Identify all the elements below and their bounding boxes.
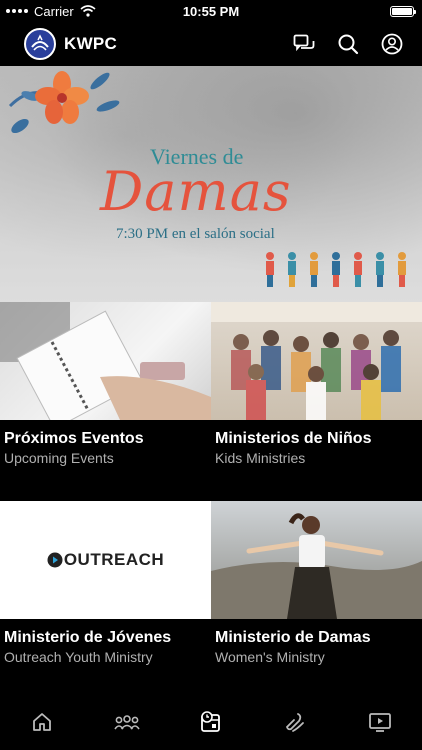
tab-bar xyxy=(0,700,422,750)
tile-youth-ministry[interactable]: OUTREACH Ministerio de Jóvenes Outreach … xyxy=(0,501,211,701)
tab-groups[interactable] xyxy=(107,702,147,742)
tile-title: Ministerio de Damas xyxy=(215,629,371,646)
tile-subtitle: Outreach Youth Ministry xyxy=(4,649,153,665)
home-icon xyxy=(33,713,52,731)
hero-subtitle: 7:30 PM en el salón social xyxy=(116,226,275,242)
tile-image-outreach: OUTREACH xyxy=(0,501,211,619)
tile-title: Ministerio de Jóvenes xyxy=(4,629,172,646)
tile-image-calendar xyxy=(0,302,211,420)
carrier-info: Carrier xyxy=(6,4,96,19)
chat-icon[interactable] xyxy=(292,32,316,56)
hero-title-line2: Damas xyxy=(100,160,292,223)
tile-subtitle: Women's Ministry xyxy=(215,649,325,665)
giving-icon xyxy=(286,713,305,732)
events-icon xyxy=(201,711,220,732)
status-time: 10:55 PM xyxy=(182,3,240,19)
tab-giving[interactable] xyxy=(275,702,315,742)
app-title: KWPC xyxy=(64,34,118,53)
outreach-logo: OUTREACH xyxy=(47,550,164,570)
media-icon xyxy=(368,713,391,732)
play-arrow-icon xyxy=(47,552,63,568)
tile-image-woman xyxy=(211,501,422,619)
profile-icon[interactable] xyxy=(380,32,404,56)
people-illustration-icon xyxy=(266,252,406,287)
tile-subtitle: Kids Ministries xyxy=(215,450,306,466)
flower-decoration-icon xyxy=(8,71,120,134)
tile-image-kids xyxy=(211,302,422,420)
featured-banner[interactable]: Viernes de Damas 7:30 PM en el salón soc… xyxy=(0,66,422,302)
tab-events[interactable] xyxy=(191,702,231,742)
tile-womens-ministry[interactable]: Ministerio de Damas Women's Ministry xyxy=(211,501,422,701)
wifi-icon xyxy=(80,5,96,17)
tile-subtitle: Upcoming Events xyxy=(4,450,114,466)
tile-title: Ministerios de Niños xyxy=(215,430,372,447)
tab-home[interactable] xyxy=(22,702,62,742)
signal-icon xyxy=(6,9,28,13)
carrier-label: Carrier xyxy=(34,3,74,19)
tile-upcoming-events[interactable]: Próximos Eventos Upcoming Events xyxy=(0,302,211,502)
status-bar: Carrier 10:55 PM xyxy=(0,0,422,22)
battery-icon xyxy=(390,5,416,17)
tile-title: Próximos Eventos xyxy=(4,430,144,447)
app-header: KWPC xyxy=(0,22,422,66)
tab-media[interactable] xyxy=(360,702,400,742)
church-logo-icon[interactable] xyxy=(24,28,56,60)
outreach-logo-text: OUTREACH xyxy=(63,550,165,569)
search-icon[interactable] xyxy=(336,32,360,56)
groups-icon xyxy=(113,715,140,730)
tile-kids-ministries[interactable]: Ministerios de Niños Kids Ministries xyxy=(211,302,422,502)
